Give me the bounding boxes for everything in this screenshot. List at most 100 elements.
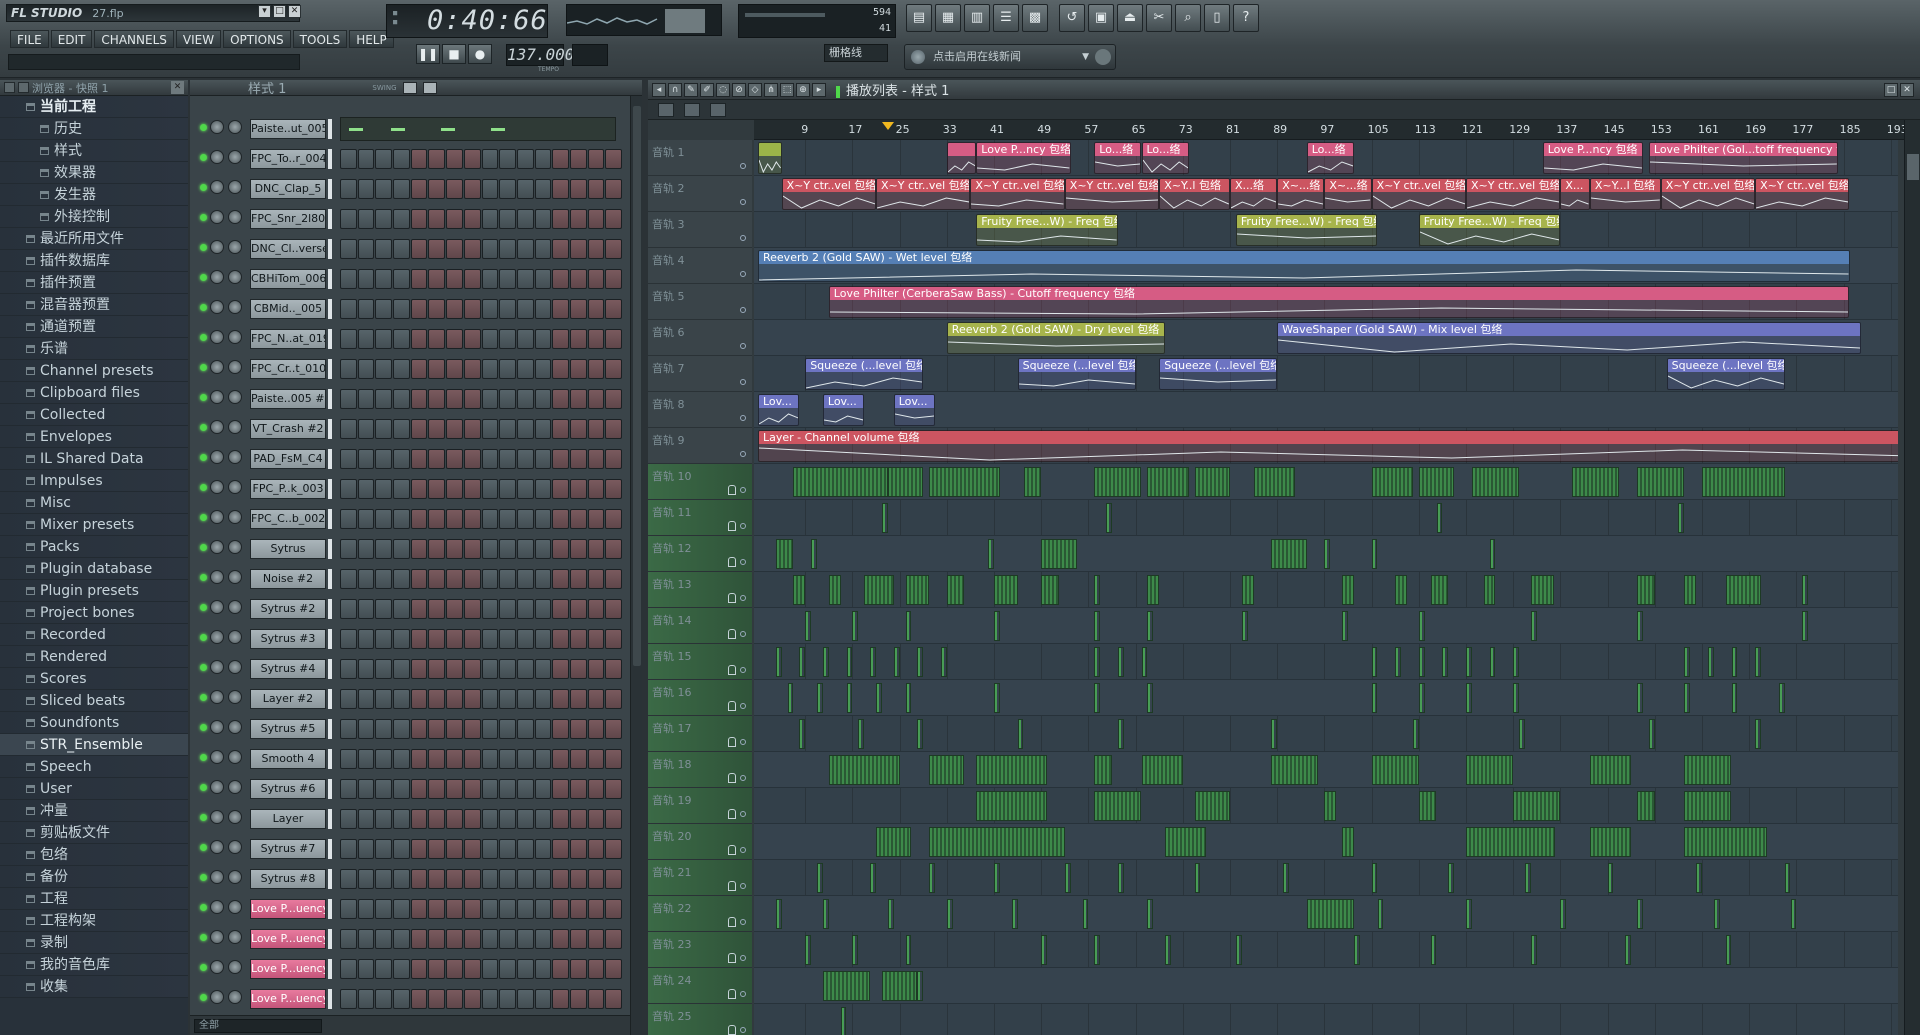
channel-pan-knob[interactable] — [210, 600, 224, 614]
maximize-icon[interactable]: □ — [1884, 82, 1898, 97]
step-button[interactable] — [569, 719, 587, 739]
step-button[interactable] — [499, 599, 516, 619]
step-button[interactable] — [463, 599, 481, 619]
step-button[interactable] — [446, 779, 463, 799]
step-button[interactable] — [481, 569, 499, 589]
paint-tool-icon[interactable]: ✐ — [700, 82, 714, 97]
step-button[interactable] — [393, 899, 410, 919]
track-mute-icon[interactable] — [740, 955, 746, 961]
browser-item[interactable]: 冲量 — [0, 800, 188, 822]
automation-clip[interactable]: Squeeze (...level 包络 — [1159, 358, 1278, 390]
step-button[interactable] — [410, 809, 428, 829]
channel-select-led[interactable] — [200, 544, 207, 551]
lock-icon[interactable] — [728, 953, 736, 963]
lock-icon[interactable] — [728, 917, 736, 927]
channel-select-led[interactable] — [200, 154, 207, 161]
step-button[interactable] — [393, 809, 410, 829]
pattern-clip[interactable] — [1802, 575, 1809, 605]
step-button[interactable] — [428, 179, 446, 199]
pattern-clip[interactable] — [1637, 791, 1655, 821]
step-button[interactable] — [357, 269, 375, 289]
track-lane[interactable] — [754, 680, 1898, 716]
step-button[interactable] — [481, 269, 499, 289]
step-button[interactable] — [534, 899, 552, 919]
scroll-thumb[interactable] — [1907, 154, 1919, 180]
step-button[interactable] — [393, 779, 410, 799]
browser-item[interactable]: 录制 — [0, 932, 188, 954]
step-button[interactable] — [481, 149, 499, 169]
step-button[interactable] — [481, 689, 499, 709]
draw-tool-icon[interactable]: ✎ — [684, 82, 698, 97]
automation-clip[interactable]: Squeeze (...level 包络 — [1666, 358, 1785, 390]
step-button[interactable] — [463, 929, 481, 949]
track-header[interactable]: 音轨 20 — [648, 824, 752, 860]
step-button[interactable] — [569, 689, 587, 709]
step-button[interactable] — [463, 809, 481, 829]
step-button[interactable] — [340, 719, 357, 739]
step-button[interactable] — [499, 299, 516, 319]
step-button[interactable] — [587, 179, 605, 199]
step-button[interactable] — [481, 389, 499, 409]
step-button[interactable] — [587, 689, 605, 709]
step-button[interactable] — [410, 539, 428, 559]
automation-clip[interactable]: X~...络 — [1324, 178, 1372, 210]
step-button[interactable] — [446, 419, 463, 439]
track-mute-icon[interactable] — [740, 739, 746, 745]
channel-volume-knob[interactable] — [228, 180, 242, 194]
step-button[interactable] — [357, 779, 375, 799]
step-button[interactable] — [605, 689, 622, 709]
step-button[interactable] — [357, 929, 375, 949]
step-button[interactable] — [587, 929, 605, 949]
step-button[interactable] — [605, 929, 622, 949]
pattern-clip[interactable] — [1117, 719, 1124, 749]
step-button[interactable] — [552, 509, 569, 529]
step-button[interactable] — [463, 719, 481, 739]
step-button[interactable] — [516, 269, 534, 289]
pattern-clip[interactable] — [1572, 467, 1620, 497]
step-button[interactable] — [481, 659, 499, 679]
channel-name-button[interactable]: Sytrus #4 — [250, 659, 326, 679]
step-button[interactable] — [357, 869, 375, 889]
maximize-button[interactable]: □ — [273, 5, 286, 18]
step-button[interactable] — [605, 299, 622, 319]
pattern-clip[interactable] — [1784, 863, 1791, 893]
pattern-clip[interactable] — [905, 935, 912, 965]
step-button[interactable] — [410, 629, 428, 649]
pattern-clip[interactable] — [929, 827, 1065, 857]
step-button[interactable] — [552, 209, 569, 229]
step-button[interactable] — [499, 629, 516, 649]
pattern-clip[interactable] — [994, 575, 1018, 605]
lock-icon[interactable] — [728, 521, 736, 531]
pattern-clip[interactable] — [905, 575, 930, 605]
pattern-clip[interactable] — [1436, 503, 1443, 533]
pattern-clip[interactable] — [1412, 719, 1419, 749]
step-button[interactable] — [393, 449, 410, 469]
channel-volume-knob[interactable] — [228, 480, 242, 494]
step-button[interactable] — [357, 299, 375, 319]
step-button[interactable] — [569, 389, 587, 409]
channel-filter-select[interactable]: 全部 — [194, 1019, 322, 1033]
song-time-display[interactable]: ■ ■ 0:40:66 — [386, 4, 548, 38]
track-mute-icon[interactable] — [740, 451, 746, 457]
step-button[interactable] — [446, 749, 463, 769]
automation-clip[interactable] — [758, 142, 782, 174]
pattern-clip[interactable] — [1041, 539, 1077, 569]
step-button[interactable] — [499, 179, 516, 199]
step-button[interactable] — [428, 359, 446, 379]
zoom-tool-icon[interactable]: ⊕ — [796, 82, 810, 97]
pattern-clip[interactable] — [1271, 539, 1307, 569]
step-button[interactable] — [428, 959, 446, 979]
channel-name-button[interactable]: Paiste..005 #2 — [250, 389, 326, 409]
step-button[interactable] — [552, 479, 569, 499]
step-button[interactable] — [340, 449, 357, 469]
step-button[interactable] — [569, 899, 587, 919]
step-button[interactable] — [428, 839, 446, 859]
step-button[interactable] — [375, 569, 393, 589]
step-button[interactable] — [340, 869, 357, 889]
step-button[interactable] — [463, 509, 481, 529]
step-button[interactable] — [393, 419, 410, 439]
step-button[interactable] — [587, 479, 605, 499]
pattern-clip[interactable] — [1684, 827, 1767, 857]
project-info-icon[interactable]: ▯ — [1204, 4, 1230, 32]
step-button[interactable] — [516, 149, 534, 169]
